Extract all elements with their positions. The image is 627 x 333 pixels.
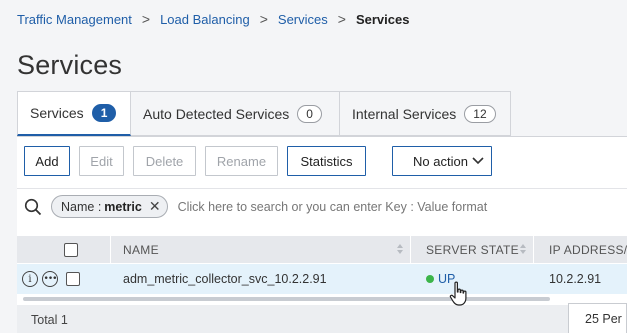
- row-checkbox[interactable]: [66, 272, 80, 286]
- close-icon[interactable]: ✕: [149, 198, 161, 215]
- select-all-checkbox[interactable]: [64, 242, 78, 257]
- tab-count-badge: 1: [91, 104, 117, 122]
- breadcrumb-separator: >: [337, 11, 346, 27]
- delete-button[interactable]: Delete: [133, 146, 196, 176]
- cell-ip-address: 10.2.2.91: [549, 272, 602, 286]
- breadcrumb-current: Services: [355, 11, 410, 27]
- tab-services[interactable]: Services 1: [17, 91, 131, 136]
- search-icon: [24, 198, 42, 215]
- cell-name: adm_metric_collector_svc_10.2.2.91: [123, 272, 327, 286]
- tab-label: Services: [30, 105, 84, 121]
- breadcrumb: Traffic Management > Load Balancing > Se…: [0, 0, 627, 38]
- search-bar[interactable]: Name : metric ✕ Click here to search or …: [17, 188, 627, 224]
- column-header-server-state[interactable]: SERVER STATE: [411, 236, 534, 263]
- edit-button[interactable]: Edit: [79, 146, 124, 176]
- breadcrumb-separator: >: [141, 11, 151, 27]
- total-count: Total 1: [31, 312, 68, 327]
- horizontal-scrollbar[interactable]: [23, 297, 550, 301]
- filter-chip: Name : metric ✕: [51, 195, 168, 218]
- per-page-select[interactable]: 25 Per: [568, 303, 627, 333]
- services-panel: Add Edit Delete Rename Statistics No act…: [17, 136, 627, 333]
- tab-label: Auto Detected Services: [143, 105, 290, 122]
- search-input[interactable]: Click here to search or you can enter Ke…: [178, 200, 488, 214]
- column-label: IP ADDRESS/D: [549, 242, 627, 257]
- tab-label: Internal Services: [352, 105, 457, 122]
- tab-count-badge: 0: [297, 104, 322, 123]
- tab-bar: Services 1 Auto Detected Services 0 Inte…: [17, 91, 511, 136]
- table-footer: Total 1 25 Per: [17, 303, 627, 333]
- column-header-ip-address[interactable]: IP ADDRESS/D: [534, 236, 627, 263]
- status-dot: [426, 275, 434, 283]
- sort-icon[interactable]: [396, 243, 404, 255]
- action-select[interactable]: No action: [392, 146, 492, 176]
- breadcrumb-traffic-management[interactable]: Traffic Management: [17, 12, 132, 27]
- tab-count-badge: 12: [464, 104, 496, 123]
- action-select-value: No action: [413, 153, 468, 169]
- filter-chip-value: metric: [104, 199, 142, 214]
- select-all-cell: [17, 236, 111, 263]
- row-controls: i •••: [17, 271, 111, 287]
- add-button[interactable]: Add: [24, 146, 70, 176]
- tab-auto-detected-services[interactable]: Auto Detected Services 0: [131, 91, 340, 136]
- breadcrumb-services[interactable]: Services: [278, 12, 328, 27]
- sort-icon[interactable]: [519, 243, 527, 255]
- column-header-name[interactable]: NAME: [111, 236, 411, 263]
- more-options-icon[interactable]: •••: [42, 271, 58, 287]
- breadcrumb-separator: >: [259, 11, 268, 27]
- filter-chip-key: Name :: [61, 199, 102, 214]
- rename-button[interactable]: Rename: [205, 146, 278, 176]
- page-title: Services: [17, 50, 123, 80]
- table-row[interactable]: i ••• adm_metric_collector_svc_10.2.2.91…: [17, 264, 627, 294]
- statistics-button[interactable]: Statistics: [287, 146, 366, 176]
- action-toolbar: Add Edit Delete Rename Statistics No act…: [24, 146, 501, 176]
- tab-internal-services[interactable]: Internal Services 12: [340, 91, 511, 136]
- hand-cursor-icon: [449, 281, 467, 306]
- column-label: NAME: [123, 242, 159, 257]
- column-label: SERVER STATE: [426, 242, 519, 257]
- breadcrumb-load-balancing[interactable]: Load Balancing: [160, 12, 250, 27]
- cell-server-state: UP: [411, 272, 534, 286]
- chevron-down-icon: [472, 157, 484, 165]
- info-icon[interactable]: i: [22, 271, 38, 287]
- table-header: NAME SERVER STATE IP ADDRESS/D: [17, 236, 627, 263]
